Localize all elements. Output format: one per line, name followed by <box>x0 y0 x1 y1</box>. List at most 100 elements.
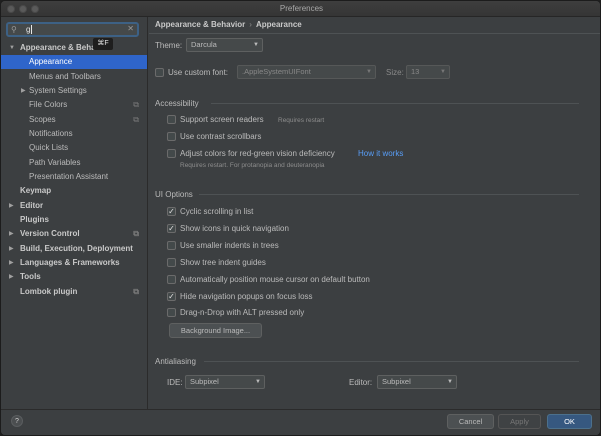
help-icon[interactable]: ? <box>11 415 23 427</box>
chevron-down-icon[interactable]: ▼ <box>9 41 15 55</box>
sidebar-item-label: Quick Lists <box>29 143 69 152</box>
antialiasing-divider <box>204 361 579 362</box>
smaller-indents-checkbox[interactable] <box>167 241 176 250</box>
tree-guides-checkbox[interactable] <box>167 258 176 267</box>
window-title: Preferences <box>279 4 324 13</box>
custom-font-label: Use custom font: <box>168 68 229 77</box>
ide-antialiasing-label: IDE: <box>167 378 183 387</box>
chevron-right-icon[interactable]: ▶ <box>21 84 26 98</box>
tree-guides-label: Show tree indent guides <box>180 258 266 267</box>
mouse-default-button-label: Automatically position mouse cursor on d… <box>180 275 370 284</box>
sidebar-item-lombok-plugin[interactable]: Lombok plugin ⧉ <box>1 285 147 299</box>
sidebar-item-languages-frameworks[interactable]: ▶ Languages & Frameworks <box>1 256 147 270</box>
chevron-right-icon[interactable]: ▶ <box>9 256 14 270</box>
project-copy-icon: ⧉ <box>133 100 139 109</box>
font-value: .AppleSystemUIFont <box>242 67 311 76</box>
color-deficiency-note: Requires restart. For protanopia and deu… <box>180 162 325 169</box>
sidebar-item-version-control[interactable]: ▶ Version Control ⧉ <box>1 227 147 241</box>
mouse-default-button-checkbox[interactable] <box>167 275 176 284</box>
editor-antialiasing-select[interactable]: Subpixel ▼ <box>377 375 457 389</box>
ok-button[interactable]: OK <box>547 414 592 429</box>
ide-antialiasing-select[interactable]: Subpixel ▼ <box>185 375 265 389</box>
font-size-select[interactable]: 13 ▼ <box>406 65 450 79</box>
breadcrumb-parent[interactable]: Appearance & Behavior <box>155 20 245 29</box>
sidebar-item-label: Menus and Toolbars <box>29 72 101 81</box>
sidebar-item-label: Build, Execution, Deployment <box>20 244 133 253</box>
project-copy-icon: ⧉ <box>133 115 139 124</box>
project-copy-icon: ⧉ <box>133 287 139 296</box>
settings-search-input[interactable]: ⚲ g ✕ <box>6 22 139 37</box>
chevron-right-icon[interactable]: ▶ <box>9 199 14 213</box>
cancel-button[interactable]: Cancel <box>447 414 494 429</box>
theme-value: Darcula <box>191 40 217 49</box>
accessibility-divider <box>211 103 579 104</box>
sidebar-item-menus-and-toolbars[interactable]: Menus and Toolbars <box>1 70 147 84</box>
sidebar-item-build-execution-deployment[interactable]: ▶ Build, Execution, Deployment <box>1 242 147 256</box>
sidebar-item-scopes[interactable]: Scopes ⧉ <box>1 113 147 127</box>
chevron-down-icon: ▼ <box>366 69 372 75</box>
clear-search-icon[interactable]: ✕ <box>127 24 134 33</box>
settings-sidebar: ⚲ g ✕ ⌘F ▼ Appearance & Behavior Appearanc… <box>1 17 148 409</box>
sidebar-item-label: Notifications <box>29 129 73 138</box>
sidebar-item-plugins[interactable]: Plugins <box>1 213 147 227</box>
chevron-right-icon[interactable]: ▶ <box>9 227 14 241</box>
settings-content: Appearance & Behavior › Appearance Theme: … <box>149 17 600 409</box>
size-label: Size: <box>386 68 404 77</box>
chevron-down-icon: ▼ <box>440 69 446 75</box>
sidebar-item-notifications[interactable]: Notifications <box>1 127 147 141</box>
sidebar-item-label: File Colors <box>29 100 68 109</box>
sidebar-item-label: Scopes <box>29 115 56 124</box>
contrast-scrollbars-checkbox[interactable] <box>167 132 176 141</box>
title-bar: Preferences <box>1 1 600 17</box>
chevron-right-icon[interactable]: ▶ <box>9 242 14 256</box>
hide-nav-popups-checkbox[interactable]: ✓ <box>167 292 176 301</box>
quick-nav-icons-checkbox[interactable]: ✓ <box>167 224 176 233</box>
breadcrumb: Appearance & Behavior › Appearance <box>155 20 302 29</box>
custom-font-checkbox[interactable] <box>155 68 164 77</box>
sidebar-item-tools[interactable]: ▶ Tools <box>1 270 147 284</box>
sidebar-item-system-settings[interactable]: ▶ System Settings <box>1 84 147 98</box>
sidebar-item-label: Version Control <box>20 229 80 238</box>
sidebar-item-label: Plugins <box>20 215 49 224</box>
drag-drop-alt-label: Drag-n-Drop with ALT pressed only <box>180 308 305 317</box>
breadcrumb-current: Appearance <box>255 20 302 29</box>
screen-readers-label: Support screen readers <box>180 115 264 124</box>
drag-drop-alt-checkbox[interactable] <box>167 308 176 317</box>
screen-readers-checkbox[interactable] <box>167 115 176 124</box>
sidebar-item-file-colors[interactable]: File Colors ⧉ <box>1 98 147 112</box>
sidebar-item-keymap[interactable]: Keymap <box>1 184 147 198</box>
how-it-works-link[interactable]: How it works <box>358 149 403 158</box>
project-copy-icon: ⧉ <box>133 229 139 238</box>
sidebar-item-appearance[interactable]: Appearance <box>1 55 147 69</box>
sidebar-item-editor[interactable]: ▶ Editor <box>1 199 147 213</box>
sidebar-item-presentation-assistant[interactable]: Presentation Assistant <box>1 170 147 184</box>
sidebar-item-label: System Settings <box>29 86 87 95</box>
sidebar-item-label: Path Variables <box>29 158 81 167</box>
screen-readers-note: Requires restart <box>278 117 325 124</box>
sidebar-item-quick-lists[interactable]: Quick Lists <box>1 141 147 155</box>
search-value: g <box>26 25 31 34</box>
font-size-value: 13 <box>411 67 420 76</box>
sidebar-item-label: Keymap <box>20 186 52 195</box>
chevron-down-icon: ▼ <box>255 379 261 385</box>
quick-nav-icons-label: Show icons in quick navigation <box>180 224 289 233</box>
sidebar-item-path-variables[interactable]: Path Variables <box>1 156 147 170</box>
sidebar-item-appearance-behavior[interactable]: ▼ Appearance & Behavior <box>1 41 147 55</box>
ide-antialiasing-value: Subpixel <box>190 377 219 386</box>
background-image-button[interactable]: Background Image... <box>169 323 262 338</box>
hide-nav-popups-label: Hide navigation popups on focus loss <box>180 292 313 301</box>
ui-options-divider <box>199 194 579 195</box>
chevron-right-icon[interactable]: ▶ <box>9 270 14 284</box>
theme-select[interactable]: Darcula ▼ <box>186 38 263 52</box>
sidebar-item-label: Tools <box>20 272 41 281</box>
theme-label: Theme: <box>155 41 183 50</box>
sidebar-item-label: Languages & Frameworks <box>20 258 120 267</box>
search-icon: ⚲ <box>11 25 17 34</box>
apply-button[interactable]: Apply <box>498 414 541 429</box>
font-select[interactable]: .AppleSystemUIFont ▼ <box>237 65 376 79</box>
color-deficiency-checkbox[interactable] <box>167 149 176 158</box>
sidebar-item-label: Presentation Assistant <box>29 172 109 181</box>
chevron-down-icon: ▼ <box>447 379 453 385</box>
accessibility-section-title: Accessibility <box>155 99 199 108</box>
cyclic-scrolling-checkbox[interactable]: ✓ <box>167 207 176 216</box>
